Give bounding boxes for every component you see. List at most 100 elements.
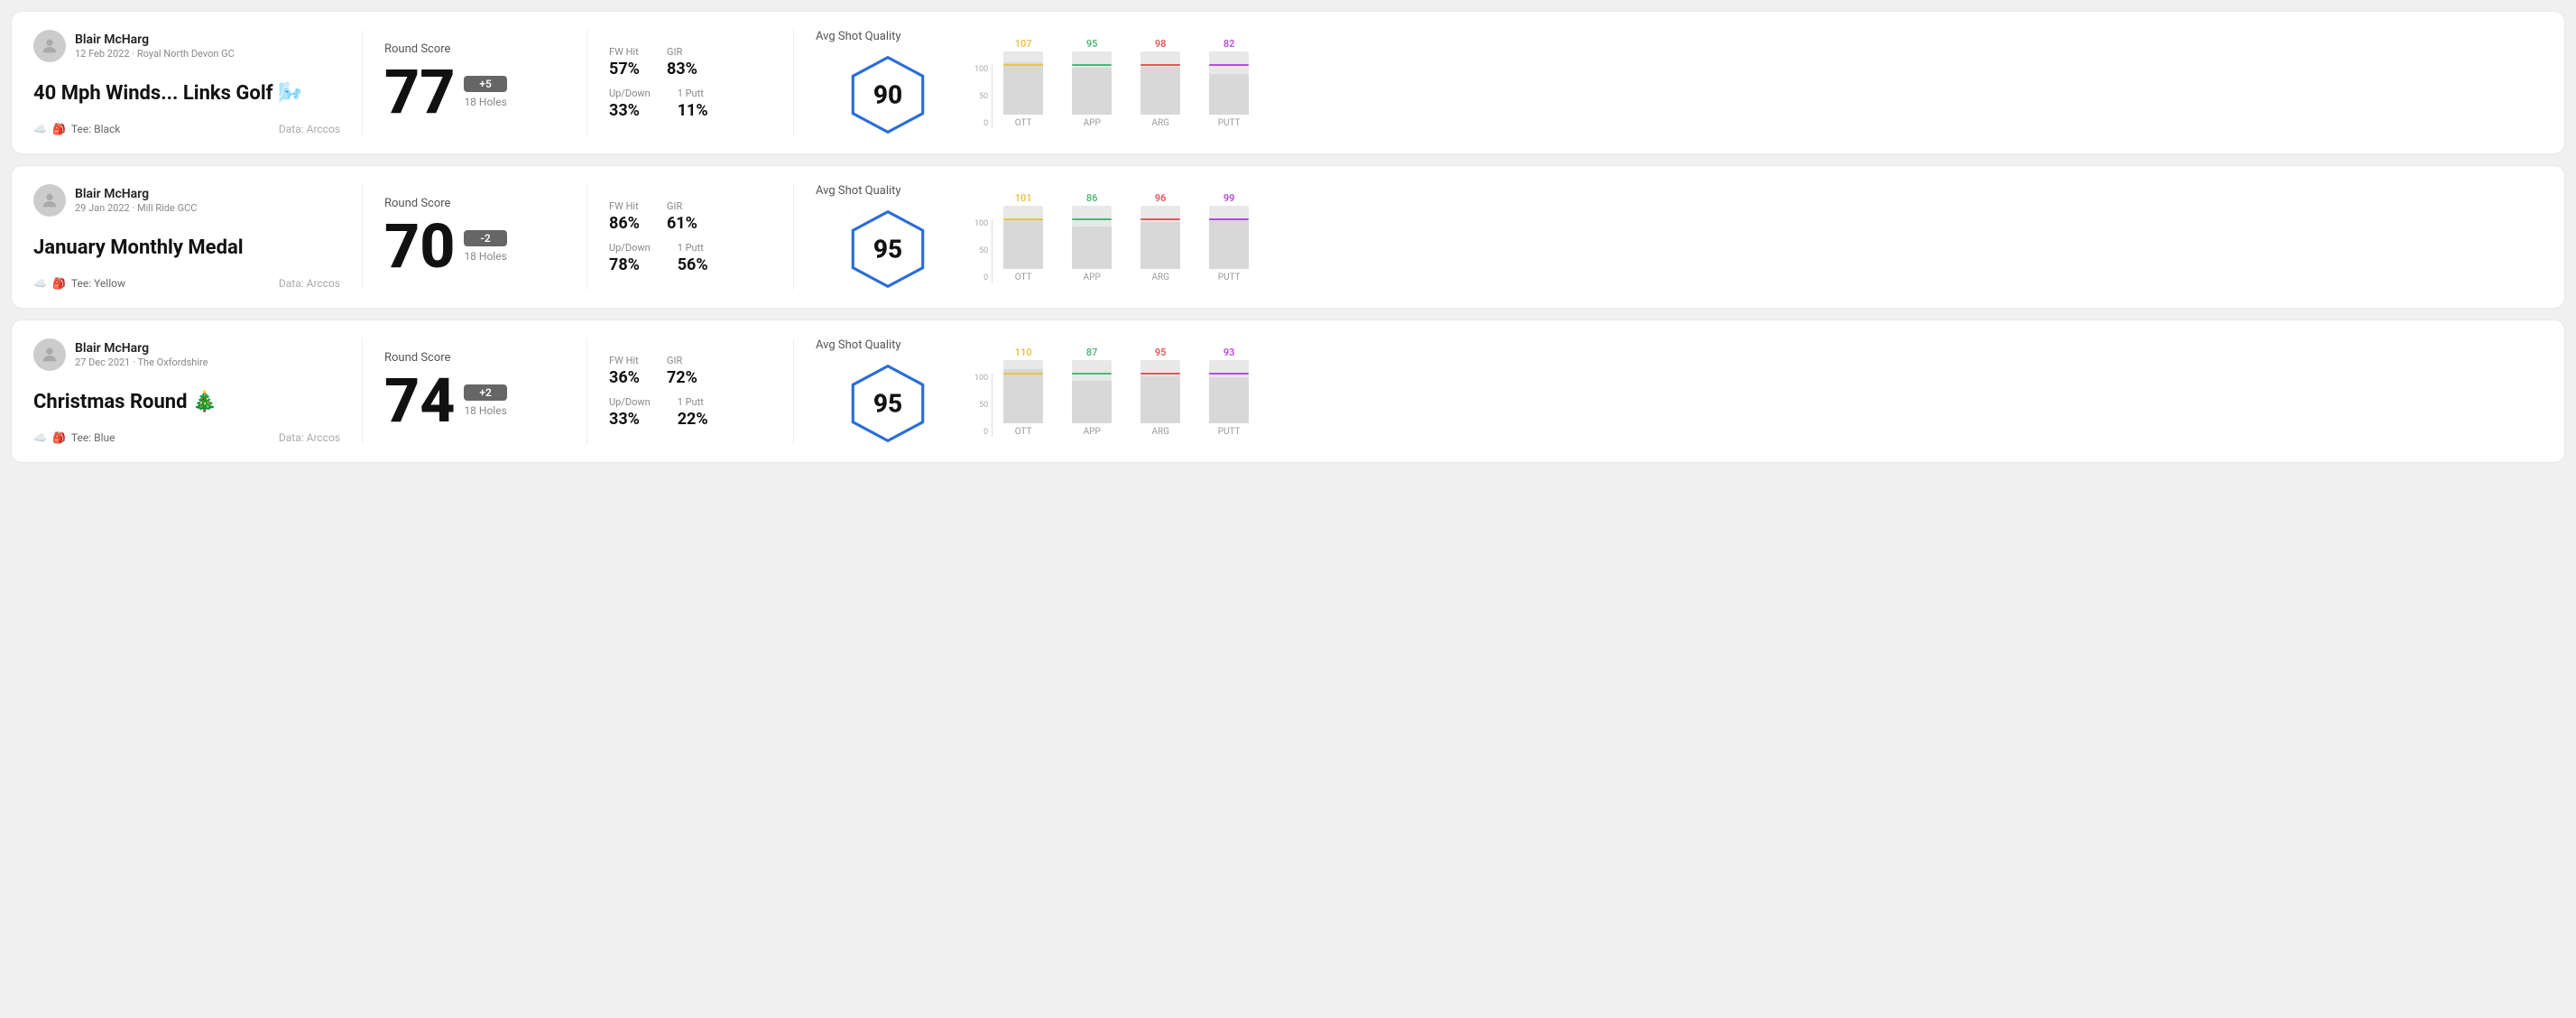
bar-fill-putt	[1209, 220, 1249, 268]
chart-val-app: 95	[1086, 38, 1098, 50]
score-number: 74	[384, 370, 455, 431]
axis-0: 0	[983, 428, 988, 437]
stat-value-fw-hit: 86%	[609, 214, 640, 233]
chart-xlabel-arg: ARG	[1151, 427, 1169, 437]
divider	[362, 338, 363, 444]
score-label: Round Score	[384, 351, 565, 365]
stat-value-up-down: 33%	[609, 101, 651, 120]
stats-row-1: FW Hit36%GIR72%	[609, 355, 771, 387]
bar-fill-ott	[1003, 369, 1043, 422]
stat-label-fw-hit: FW Hit	[609, 200, 640, 212]
tee-label: Tee: Black	[71, 123, 120, 135]
bar-wrapper-putt	[1209, 51, 1249, 115]
user-date: 27 Dec 2021 · The Oxfordshire	[75, 356, 208, 368]
chart-val-ott: 110	[1015, 347, 1032, 358]
footer-row: ☁️ 🎒 Tee: BlackData: Arccos	[33, 123, 340, 135]
bar-fill-arg	[1140, 67, 1180, 115]
stat-value-fw-hit: 57%	[609, 60, 640, 79]
chart-val-putt: 93	[1223, 347, 1235, 358]
bar-wrapper-ott	[1003, 206, 1043, 269]
axis-50: 50	[979, 246, 988, 255]
chart-val-putt: 99	[1223, 192, 1235, 204]
user-date: 29 Jan 2022 · Mill Ride GCC	[75, 202, 197, 214]
quality-section: Avg Shot Quality 95	[816, 184, 960, 290]
stat-gir: GIR 83%	[667, 46, 697, 79]
score-label: Round Score	[384, 197, 565, 210]
chart-bars: 101OTT86APP96ARG99PUTT	[996, 192, 1256, 282]
stats-row-1: FW Hit 57% GIR 83%	[609, 46, 771, 79]
bar-line-app	[1072, 373, 1112, 375]
stats-row-2: Up/Down33%1 Putt11%	[609, 88, 771, 120]
score-number: 70	[384, 216, 455, 277]
score-row: 74+218 Holes	[384, 370, 565, 431]
score-row: 70-218 Holes	[384, 216, 565, 277]
chart-axis: 100500	[974, 219, 988, 282]
quality-value: 90	[873, 80, 902, 110]
bar-line-arg	[1140, 373, 1180, 375]
hexagon-container: 95	[816, 208, 960, 290]
quality-section: Avg Shot Quality 90	[816, 30, 960, 135]
stat-label-gir: GIR	[667, 200, 697, 212]
chart-xlabel-app: APP	[1084, 118, 1101, 128]
axis-100: 100	[974, 374, 988, 383]
chart-bar-arg: 96ARG	[1133, 192, 1187, 282]
stat-value-gir: 83%	[667, 60, 697, 79]
chart-val-arg: 95	[1155, 347, 1167, 358]
score-label: Round Score	[384, 42, 565, 56]
data-source: Data: Arccos	[279, 431, 340, 444]
axis-line	[992, 219, 993, 282]
axis-line	[992, 374, 993, 437]
bar-fill-arg	[1140, 222, 1180, 269]
bag-icon: 🎒	[52, 123, 66, 135]
divider-2	[586, 184, 587, 290]
stat-label-gir: GIR	[667, 355, 697, 366]
chart-xlabel-ott: OTT	[1015, 273, 1032, 282]
round-card-card2: Blair McHarg29 Jan 2022 · Mill Ride GCCJ…	[11, 165, 2565, 309]
bar-fill-app	[1072, 227, 1112, 268]
stat-one-putt: 1 Putt22%	[678, 396, 708, 429]
chart-row-wrapper: 100500110OTT87APP95ARG93PUTT	[974, 347, 2543, 437]
card-left-section: Blair McHarg27 Dec 2021 · The Oxfordshir…	[33, 338, 340, 444]
quality-section: Avg Shot Quality 95	[816, 338, 960, 444]
quality-value: 95	[873, 235, 902, 264]
chart-xlabel-ott: OTT	[1015, 118, 1032, 128]
stats-row-1: FW Hit86%GIR61%	[609, 200, 771, 233]
score-badge: -2	[464, 230, 506, 246]
user-name: Blair McHarg	[75, 341, 208, 356]
stat-label-fw-hit: FW Hit	[609, 355, 640, 366]
score-badge: +2	[464, 384, 506, 401]
stat-value-fw-hit: 36%	[609, 368, 640, 387]
chart-row-wrapper: 100500107OTT95APP98ARG82PUTT	[974, 38, 2543, 128]
divider-3	[793, 30, 794, 135]
stat-label-one-putt: 1 Putt	[678, 396, 708, 408]
hexagon: 95	[847, 208, 928, 290]
score-section: Round Score77+518 Holes	[384, 30, 565, 135]
weather-icon: ☁️	[33, 431, 47, 444]
chart-bar-ott: 110OTT	[996, 347, 1050, 437]
score-badge: +5	[464, 76, 506, 92]
axis-50: 50	[979, 401, 988, 410]
stat-label-up-down: Up/Down	[609, 88, 651, 99]
score-section: Round Score70-218 Holes	[384, 184, 565, 290]
chart-xlabel-putt: PUTT	[1218, 273, 1241, 282]
stat-label-gir: GIR	[667, 46, 697, 58]
chart-axis: 100 50 0	[974, 374, 988, 437]
stat-label-one-putt: 1 Putt	[678, 242, 708, 254]
user-info: Blair McHarg29 Jan 2022 · Mill Ride GCC	[33, 184, 340, 217]
avatar	[33, 30, 66, 62]
bar-wrapper-arg	[1140, 360, 1180, 423]
tee-info: ☁️ 🎒 Tee: Yellow	[33, 277, 125, 290]
user-date: 12 Feb 2022 · Royal North Devon GC	[75, 48, 235, 60]
bar-wrapper-arg	[1140, 206, 1180, 269]
stat-label-fw-hit: FW Hit	[609, 46, 640, 58]
divider-2	[586, 338, 587, 444]
chart-val-arg: 96	[1155, 192, 1167, 204]
bar-line-putt	[1209, 218, 1249, 220]
divider-3	[793, 338, 794, 444]
divider	[362, 30, 363, 135]
chart-xlabel-putt: PUTT	[1218, 118, 1241, 128]
bar-wrapper-app	[1072, 51, 1112, 115]
stat-fw-hit: FW Hit 57%	[609, 46, 640, 79]
divider-2	[586, 30, 587, 135]
quality-label: Avg Shot Quality	[816, 30, 901, 43]
